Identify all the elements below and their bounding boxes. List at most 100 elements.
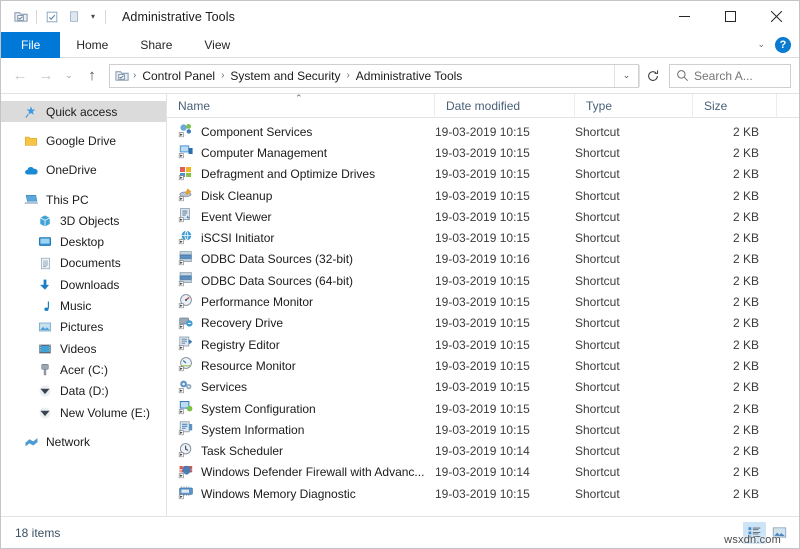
file-type-cell: Shortcut [575, 146, 693, 160]
breadcrumb-control-panel[interactable]: Control Panel [137, 69, 220, 83]
file-name-cell: Defragment and Optimize Drives [167, 165, 435, 184]
file-name-cell: System Configuration [167, 399, 435, 418]
recent-locations-button[interactable]: ⌄ [59, 63, 79, 89]
drive-icon [37, 405, 53, 421]
defragment-icon [178, 165, 194, 184]
file-name-label: Disk Cleanup [201, 189, 272, 203]
sidebar-item-pictures[interactable]: Pictures [1, 317, 166, 338]
sidebar-item-videos[interactable]: Videos [1, 338, 166, 359]
refresh-button[interactable] [639, 65, 665, 87]
file-size-cell: 2 KB [693, 274, 777, 288]
sidebar-item-onedrive[interactable]: OneDrive [1, 160, 166, 181]
file-size-cell: 2 KB [693, 402, 777, 416]
up-button[interactable]: ↑ [79, 63, 105, 89]
sidebar-item-acer-c[interactable]: Acer (C:) [1, 359, 166, 380]
table-row[interactable]: ODBC Data Sources (64-bit)19-03-2019 10:… [167, 270, 799, 291]
file-date-cell: 19-03-2019 10:14 [435, 465, 575, 479]
sidebar-item-quick-access[interactable]: Quick access [1, 101, 166, 122]
file-name-cell: Task Scheduler [167, 442, 435, 461]
table-row[interactable]: Windows Memory Diagnostic19-03-2019 10:1… [167, 483, 799, 504]
recovery-drive-icon [178, 314, 194, 333]
file-type-cell: Shortcut [575, 423, 693, 437]
tab-home[interactable]: Home [60, 32, 124, 58]
sidebar-item-data-d[interactable]: Data (D:) [1, 381, 166, 402]
close-button[interactable] [753, 1, 799, 32]
sidebar-item-downloads[interactable]: Downloads [1, 274, 166, 295]
star-pin-icon [23, 104, 39, 120]
file-size-cell: 2 KB [693, 444, 777, 458]
item-count-label: 18 items [15, 526, 60, 540]
table-row[interactable]: Services19-03-2019 10:15Shortcut2 KB [167, 377, 799, 398]
sidebar-item-desktop[interactable]: Desktop [1, 231, 166, 252]
file-date-cell: 19-03-2019 10:15 [435, 146, 575, 160]
table-row[interactable]: System Information19-03-2019 10:15Shortc… [167, 419, 799, 440]
table-row[interactable]: Performance Monitor19-03-2019 10:15Short… [167, 291, 799, 312]
column-header-type[interactable]: Type [575, 94, 693, 118]
minimize-button[interactable] [661, 1, 707, 32]
column-header-date-modified[interactable]: Date modified [435, 94, 575, 118]
forward-button[interactable]: → [33, 63, 59, 89]
search-box[interactable]: Search A... [669, 64, 791, 88]
properties-icon[interactable] [10, 6, 32, 28]
tab-file[interactable]: File [1, 32, 60, 58]
sidebar-item-this-pc[interactable]: This PC [1, 189, 166, 210]
table-row[interactable]: Registry Editor19-03-2019 10:15Shortcut2… [167, 334, 799, 355]
system-information-icon [178, 420, 194, 439]
tab-share[interactable]: Share [124, 32, 188, 58]
help-icon[interactable]: ? [775, 37, 791, 53]
address-bar: ← → ⌄ ↑ › Control Panel › System and Sec… [1, 58, 799, 93]
chevron-down-icon[interactable]: ▾ [85, 6, 101, 28]
table-row[interactable]: Task Scheduler19-03-2019 10:14Shortcut2 … [167, 440, 799, 461]
file-name-label: Windows Defender Firewall with Advanc... [201, 465, 424, 479]
performance-monitor-icon [178, 293, 194, 312]
table-row[interactable]: Recovery Drive19-03-2019 10:15Shortcut2 … [167, 313, 799, 334]
file-date-cell: 19-03-2019 10:15 [435, 189, 575, 203]
column-header-size[interactable]: Size [693, 94, 777, 118]
sidebar-item-label: Pictures [60, 320, 103, 334]
file-type-cell: Shortcut [575, 338, 693, 352]
music-icon [37, 298, 53, 314]
back-button[interactable]: ← [7, 63, 33, 89]
breadcrumb-administrative-tools[interactable]: Administrative Tools [351, 69, 468, 83]
status-bar: 18 items wsxdn.com [1, 516, 799, 548]
new-folder-icon[interactable] [41, 6, 63, 28]
breadcrumb-system-and-security[interactable]: System and Security [225, 69, 345, 83]
table-row[interactable]: Windows Defender Firewall with Advanc...… [167, 462, 799, 483]
firewall-icon [178, 463, 194, 482]
sidebar-item-label: Desktop [60, 235, 104, 249]
sidebar-item-new-volume-e[interactable]: New Volume (E:) [1, 402, 166, 423]
file-name-cell: Resource Monitor [167, 356, 435, 375]
file-size-cell: 2 KB [693, 252, 777, 266]
table-row[interactable]: Component Services19-03-2019 10:15Shortc… [167, 121, 799, 142]
maximize-button[interactable] [707, 1, 753, 32]
sidebar-item-label: New Volume (E:) [60, 406, 150, 420]
sidebar-item-label: Acer (C:) [60, 363, 108, 377]
rename-icon[interactable] [63, 6, 85, 28]
table-row[interactable]: Disk Cleanup19-03-2019 10:15Shortcut2 KB [167, 185, 799, 206]
search-input[interactable]: Search A... [694, 69, 753, 83]
sidebar-item-documents[interactable]: Documents [1, 253, 166, 274]
file-date-cell: 19-03-2019 10:15 [435, 125, 575, 139]
file-name-label: Recovery Drive [201, 316, 283, 330]
sidebar-item-music[interactable]: Music [1, 295, 166, 316]
sidebar-item-google-drive[interactable]: Google Drive [1, 130, 166, 151]
table-row[interactable]: Computer Management19-03-2019 10:15Short… [167, 142, 799, 163]
sidebar-item-network[interactable]: Network [1, 431, 166, 452]
address-field[interactable]: › Control Panel › System and Security › … [109, 64, 639, 88]
sidebar-item-3d-objects[interactable]: 3D Objects [1, 210, 166, 231]
table-row[interactable]: iSCSI Initiator19-03-2019 10:15Shortcut2… [167, 227, 799, 248]
file-name-cell: ODBC Data Sources (32-bit) [167, 250, 435, 269]
table-row[interactable]: Defragment and Optimize Drives19-03-2019… [167, 164, 799, 185]
table-row[interactable]: System Configuration19-03-2019 10:15Shor… [167, 398, 799, 419]
tab-view[interactable]: View [188, 32, 246, 58]
file-name-label: Task Scheduler [201, 444, 283, 458]
file-name-label: Registry Editor [201, 338, 280, 352]
videos-icon [37, 341, 53, 357]
table-row[interactable]: ODBC Data Sources (32-bit)19-03-2019 10:… [167, 249, 799, 270]
address-dropdown-icon[interactable]: ⌄ [614, 65, 638, 87]
column-header-name[interactable]: Name ⌃ [167, 94, 435, 118]
table-row[interactable]: Resource Monitor19-03-2019 10:15Shortcut… [167, 355, 799, 376]
expand-ribbon-icon[interactable]: ⌄ [753, 39, 769, 50]
table-row[interactable]: Event Viewer19-03-2019 10:15Shortcut2 KB [167, 206, 799, 227]
file-name-label: System Configuration [201, 402, 316, 416]
